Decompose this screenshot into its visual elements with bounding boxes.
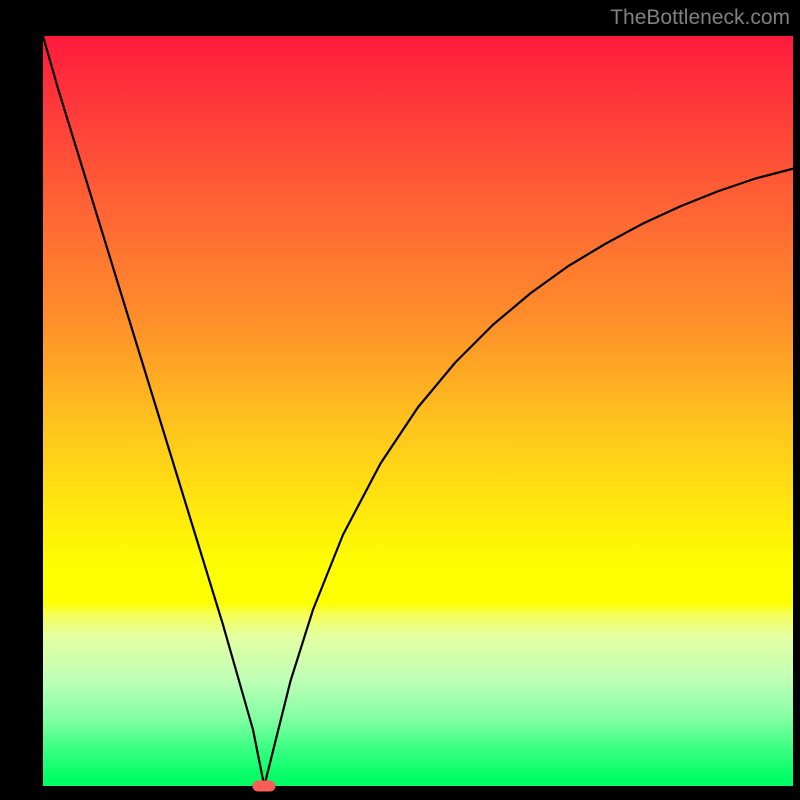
minimum-marker — [253, 781, 276, 792]
curve-svg — [43, 36, 793, 786]
bottleneck-curve-path — [43, 36, 793, 786]
plot-area — [43, 36, 793, 786]
bottleneck-chart: TheBottleneck.com — [0, 0, 800, 800]
watermark-text: TheBottleneck.com — [610, 6, 790, 30]
